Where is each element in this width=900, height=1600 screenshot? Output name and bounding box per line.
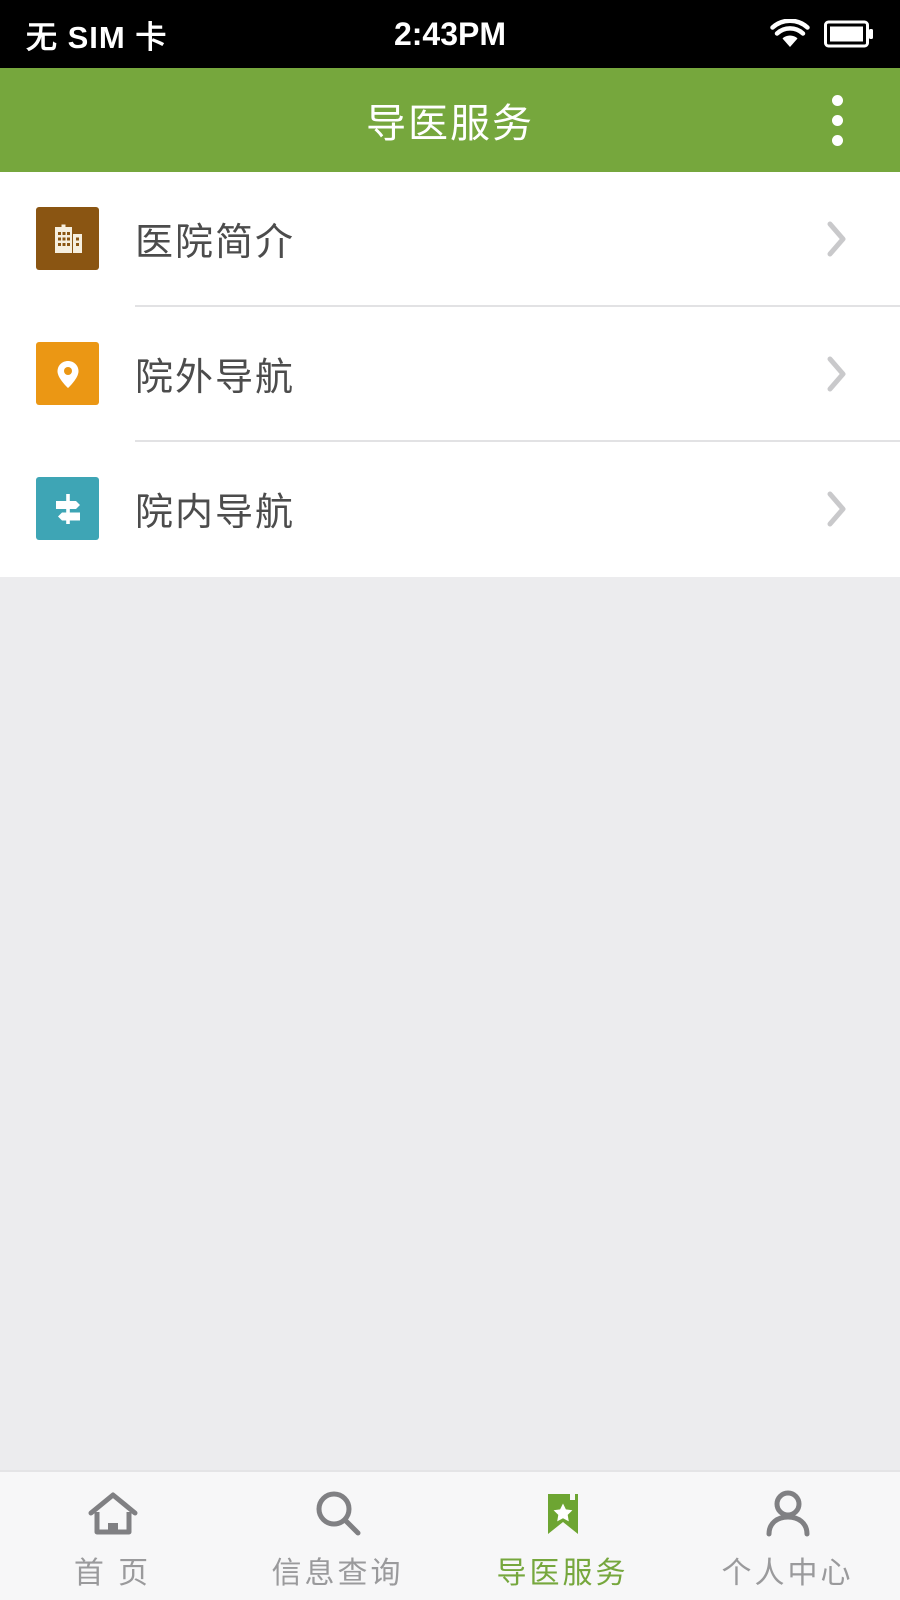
list-item-inside-navigation[interactable]: 院内导航 xyxy=(0,442,900,575)
search-icon xyxy=(316,1491,360,1536)
list-item-label: 院内导航 xyxy=(135,492,296,534)
list-item-label: 医院简介 xyxy=(135,222,296,264)
wifi-icon xyxy=(770,19,810,47)
tab-label: 信息查询 xyxy=(271,1557,404,1590)
map-pin-icon xyxy=(36,342,99,405)
service-list: 医院简介 院外导航 院内导航 xyxy=(0,172,900,577)
hospital-building-icon xyxy=(36,207,99,270)
status-icons xyxy=(770,19,874,49)
tab-label: 首 页 xyxy=(73,1557,152,1590)
tab-label: 个人中心 xyxy=(721,1557,854,1590)
battery-icon xyxy=(824,20,873,48)
tab-home[interactable]: 首 页 xyxy=(0,1472,225,1600)
overflow-dot-3 xyxy=(831,134,843,146)
carrier-label: 无 SIM 卡 xyxy=(26,19,168,55)
overflow-dot-1 xyxy=(831,94,843,106)
home-icon xyxy=(88,1492,137,1535)
content-area xyxy=(0,577,900,1470)
page-title: 导医服务 xyxy=(366,102,534,146)
app-header: 导医服务 xyxy=(0,68,900,172)
user-icon xyxy=(766,1490,809,1537)
phone-screen: 无 SIM 卡 2:43PM 导医服务 医院简介 院外导航 院内导航 首 页 信… xyxy=(0,0,900,1600)
tab-guide-service[interactable]: 导医服务 xyxy=(450,1472,675,1600)
bottom-tab-bar: 首 页 信息查询 导医服务 个人中心 xyxy=(0,1470,900,1600)
list-item-hospital-intro[interactable]: 医院简介 xyxy=(0,172,900,305)
chevron-right-icon xyxy=(827,356,846,391)
chevron-right-icon xyxy=(827,491,846,526)
tab-personal-center[interactable]: 个人中心 xyxy=(675,1472,900,1600)
tab-info-query[interactable]: 信息查询 xyxy=(225,1472,450,1600)
status-bar: 无 SIM 卡 2:43PM xyxy=(0,0,900,68)
overflow-dot-2 xyxy=(831,114,843,126)
chevron-right-icon xyxy=(827,221,846,256)
tab-label: 导医服务 xyxy=(496,1557,629,1590)
bookmark-star-icon xyxy=(547,1494,578,1534)
list-item-label: 院外导航 xyxy=(135,357,296,399)
signpost-icon xyxy=(36,477,99,540)
list-item-outside-navigation[interactable]: 院外导航 xyxy=(0,307,900,440)
more-vertical-icon[interactable] xyxy=(802,68,872,172)
